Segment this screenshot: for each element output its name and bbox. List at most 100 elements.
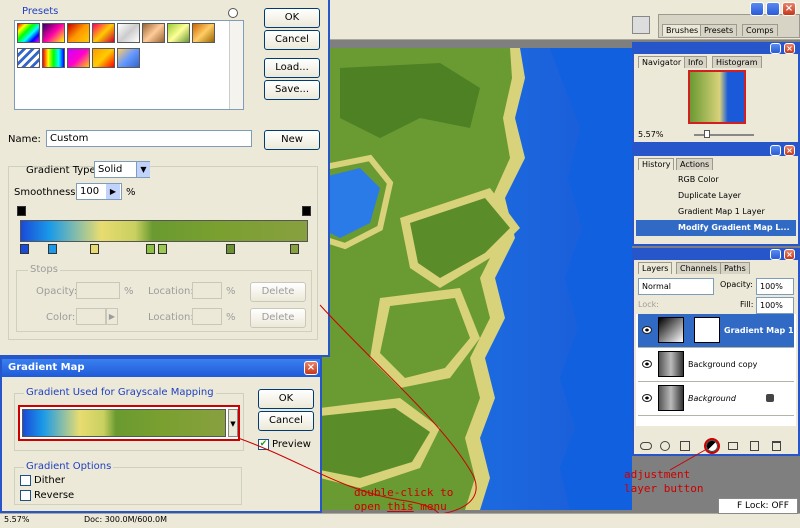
save-button[interactable]: Save... — [264, 80, 320, 100]
layer-style-icon[interactable] — [660, 441, 670, 451]
stop-color-location-input[interactable] — [192, 308, 222, 325]
preset-swatch[interactable] — [92, 48, 115, 68]
tab-layer-comps[interactable]: Comps — [742, 24, 778, 36]
navigator-thumbnail[interactable] — [688, 70, 746, 124]
tab-tool-presets[interactable]: Presets — [700, 24, 738, 36]
color-stop[interactable] — [90, 244, 99, 254]
preset-swatch[interactable] — [142, 23, 165, 43]
color-stop[interactable] — [48, 244, 57, 254]
zoom-slider-thumb[interactable] — [704, 130, 710, 138]
close-icon[interactable]: × — [782, 2, 796, 16]
chevron-right-icon[interactable]: ▶ — [106, 184, 120, 199]
cancel-button[interactable]: Cancel — [264, 30, 320, 50]
name-label: Name: — [8, 134, 41, 145]
history-close-icon[interactable]: × — [784, 145, 795, 156]
chevron-down-icon[interactable]: ▼ — [136, 162, 150, 177]
color-stop[interactable] — [146, 244, 155, 254]
name-input[interactable]: Custom — [46, 130, 252, 147]
delete-opacity-stop-button[interactable]: Delete — [250, 282, 306, 302]
presets-scrollbar[interactable] — [229, 21, 243, 109]
tab-brushes[interactable]: Brushes — [662, 24, 703, 36]
chevron-down-icon[interactable]: ▼ — [228, 409, 238, 437]
tab-paths[interactable]: Paths — [720, 262, 750, 274]
preset-swatch[interactable] — [117, 48, 140, 68]
fill-input[interactable]: 100% — [756, 297, 794, 314]
layer-mask-thumbnail[interactable] — [694, 317, 720, 343]
document-canvas[interactable] — [320, 48, 632, 510]
layer-row[interactable]: Background — [638, 382, 794, 416]
layer-row[interactable]: Background copy — [638, 348, 794, 382]
stop-opacity-location-input[interactable] — [192, 282, 222, 299]
stop-opacity-input[interactable] — [76, 282, 120, 299]
visibility-eye-icon[interactable] — [642, 326, 652, 334]
opacity-input[interactable]: 100% — [756, 278, 794, 295]
ok-button[interactable]: OK — [258, 389, 314, 409]
history-item-selected[interactable]: Modify Gradient Map L... — [636, 220, 796, 236]
adjustment-layer-icon[interactable] — [706, 440, 718, 452]
tab-layers[interactable]: Layers — [638, 262, 673, 274]
flock-status[interactable]: F Lock: OFF — [718, 498, 798, 514]
gradient-picker[interactable]: ▼ — [18, 405, 240, 441]
dither-checkbox[interactable] — [20, 475, 31, 486]
tab-channels[interactable]: Channels — [676, 262, 722, 274]
color-stop[interactable] — [20, 244, 29, 254]
presets-menu-icon[interactable] — [228, 8, 238, 18]
trash-icon[interactable] — [772, 441, 781, 451]
navigator-close-icon[interactable]: × — [784, 43, 795, 54]
preset-swatch[interactable] — [42, 23, 65, 43]
palette-well-icon[interactable] — [632, 16, 650, 34]
group-icon[interactable] — [728, 442, 738, 450]
ok-button[interactable]: OK — [264, 8, 320, 28]
navigator-minimize-button[interactable] — [770, 43, 781, 54]
tab-histogram[interactable]: Histogram — [712, 56, 762, 68]
preset-swatch[interactable] — [17, 48, 40, 68]
history-item[interactable]: Duplicate Layer — [636, 188, 796, 204]
opacity-stop[interactable] — [302, 206, 311, 216]
layers-minimize-button[interactable] — [770, 249, 781, 260]
minimize-button[interactable] — [750, 2, 764, 16]
preset-swatch[interactable] — [67, 23, 90, 43]
history-item[interactable]: RGB Color — [636, 172, 796, 188]
close-icon[interactable]: × — [304, 361, 318, 375]
mask-icon[interactable] — [680, 441, 690, 451]
tab-actions[interactable]: Actions — [676, 158, 714, 170]
chevron-right-icon[interactable]: ▶ — [106, 308, 118, 325]
history-item[interactable]: Gradient Map 1 Layer — [636, 204, 796, 220]
color-stop[interactable] — [290, 244, 299, 254]
layers-close-icon[interactable]: × — [784, 249, 795, 260]
preset-swatch[interactable] — [92, 23, 115, 43]
preset-swatch[interactable] — [167, 23, 190, 43]
gradient-bar[interactable] — [20, 220, 308, 242]
preset-swatch[interactable] — [17, 23, 40, 43]
preset-swatch[interactable] — [192, 23, 215, 43]
preset-swatch[interactable] — [42, 48, 65, 68]
new-button[interactable]: New — [264, 130, 320, 150]
visibility-eye-icon[interactable] — [642, 394, 652, 402]
zoom-slider[interactable] — [694, 134, 754, 136]
preset-swatch[interactable] — [67, 48, 90, 68]
new-layer-icon[interactable] — [750, 441, 759, 451]
stop-opacity-label: Opacity: — [36, 286, 78, 297]
opacity-stop[interactable] — [17, 206, 26, 216]
tab-info[interactable]: Info — [684, 56, 708, 68]
status-zoom[interactable]: 5.57% — [4, 515, 29, 524]
blend-mode-select[interactable]: Normal — [638, 278, 714, 295]
color-stop[interactable] — [158, 244, 167, 254]
link-icon[interactable] — [640, 442, 652, 450]
tab-navigator[interactable]: Navigator — [638, 56, 686, 68]
preset-swatch[interactable] — [117, 23, 140, 43]
history-minimize-button[interactable] — [770, 145, 781, 156]
gradient-preview[interactable] — [22, 409, 226, 437]
reverse-checkbox[interactable] — [20, 490, 31, 501]
stop-color-swatch[interactable] — [76, 308, 106, 325]
restore-button[interactable] — [766, 2, 780, 16]
navigator-zoom[interactable]: 5.57% — [638, 130, 663, 139]
cancel-button[interactable]: Cancel — [258, 411, 314, 431]
delete-color-stop-button[interactable]: Delete — [250, 308, 306, 328]
load-button[interactable]: Load... — [264, 58, 320, 78]
layer-row-selected[interactable]: Gradient Map 1 — [638, 314, 794, 348]
tab-history[interactable]: History — [638, 158, 675, 170]
visibility-eye-icon[interactable] — [642, 360, 652, 368]
preview-checkbox[interactable]: ✔ — [258, 439, 269, 450]
color-stop[interactable] — [226, 244, 235, 254]
